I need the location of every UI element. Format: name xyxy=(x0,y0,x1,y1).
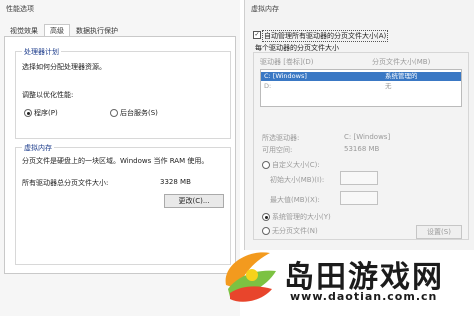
virtual-memory-group-label: 虚拟内存 xyxy=(22,143,54,153)
no-paging-label: 无分页文件(N) xyxy=(272,227,318,235)
auto-manage-checkbox[interactable]: ✓ xyxy=(253,31,261,39)
virtual-memory-group: 虚拟内存 分页文件是硬盘上的一块区域。Windows 当作 RAM 使用。 所有… xyxy=(15,143,231,265)
performance-options-window: 性能选项 视觉效果 高级 数据执行保护 处理器计划 选择如何分配处理器资源。 调… xyxy=(0,0,240,316)
drive-d-size: 无 xyxy=(385,82,392,90)
processor-group-label: 处理器计划 xyxy=(22,47,61,57)
set-button[interactable]: 设置(S) xyxy=(416,225,462,239)
drive-d-name: D: xyxy=(264,82,272,90)
tab-advanced[interactable]: 高级 xyxy=(44,24,70,36)
custom-size-label: 自定义大小(C): xyxy=(272,161,320,169)
system-managed-label: 系统管理的大小(Y) xyxy=(272,213,331,221)
free-space-label: 可用空间: xyxy=(262,146,293,154)
virtual-memory-desc: 分页文件是硬盘上的一块区域。Windows 当作 RAM 使用。 xyxy=(22,157,209,165)
watermark-logo-icon xyxy=(225,252,276,302)
total-paging-value: 3328 MB xyxy=(160,178,191,186)
drive-row-d[interactable]: D: 无 xyxy=(261,82,461,91)
column-drive: 驱动器 [卷标](D) xyxy=(260,58,314,66)
background-services-label: 后台服务(S) xyxy=(120,109,158,117)
tab-bar: 视觉效果 高级 数据执行保护 xyxy=(4,24,124,36)
paging-file-group: 驱动器 [卷标](D) 分页文件大小(MB) C: [Windows] 系统管理… xyxy=(253,52,469,240)
drive-c-size: 系统管理的 xyxy=(385,72,418,80)
column-size: 分页文件大小(MB) xyxy=(372,58,431,66)
processor-scheduling-group: 处理器计划 选择如何分配处理器资源。 调整以优化性能: 程序(P) 后台服务(S… xyxy=(15,47,231,139)
initial-size-label: 初始大小(MB)(I): xyxy=(270,176,325,184)
initial-size-input[interactable] xyxy=(340,171,378,185)
programs-label: 程序(P) xyxy=(34,109,58,117)
watermark-url: www.daotian.com.cn xyxy=(290,290,438,303)
adjust-label: 调整以优化性能: xyxy=(22,91,74,99)
auto-manage-label: 自动管理所有驱动器的分页文件大小(A) xyxy=(262,30,389,42)
custom-size-radio[interactable] xyxy=(262,161,270,169)
change-button[interactable]: 更改(C)... xyxy=(164,194,224,208)
no-paging-radio[interactable] xyxy=(262,227,270,235)
total-paging-label: 所有驱动器总分页文件大小: xyxy=(22,179,109,187)
max-size-input[interactable] xyxy=(340,191,378,205)
selected-drive-value: C: [Windows] xyxy=(344,133,391,141)
processor-desc: 选择如何分配处理器资源。 xyxy=(22,63,106,71)
drive-row-c[interactable]: C: [Windows] 系统管理的 xyxy=(261,72,461,81)
system-managed-radio[interactable] xyxy=(262,213,270,221)
programs-radio[interactable] xyxy=(24,109,32,117)
free-space-value: 53168 MB xyxy=(344,145,380,153)
max-size-label: 最大值(MB)(X): xyxy=(270,196,320,204)
advanced-panel: 处理器计划 选择如何分配处理器资源。 调整以优化性能: 程序(P) 后台服务(S… xyxy=(4,36,236,274)
background-services-radio[interactable] xyxy=(110,109,118,117)
tab-dep[interactable]: 数据执行保护 xyxy=(70,24,124,36)
tab-visual-effects[interactable]: 视觉效果 xyxy=(4,24,44,36)
window-title: 性能选项 xyxy=(6,5,34,13)
drive-c-name: C: [Windows] xyxy=(264,72,307,80)
vm-window-title: 虚拟内存 xyxy=(251,5,279,13)
drive-list[interactable]: C: [Windows] 系统管理的 D: 无 xyxy=(260,69,462,107)
selected-drive-label: 所选驱动器: xyxy=(262,134,300,142)
virtual-memory-window: 虚拟内存 ✓ 自动管理所有驱动器的分页文件大小(A) 每个驱动器的分页文件大小 … xyxy=(244,0,474,250)
